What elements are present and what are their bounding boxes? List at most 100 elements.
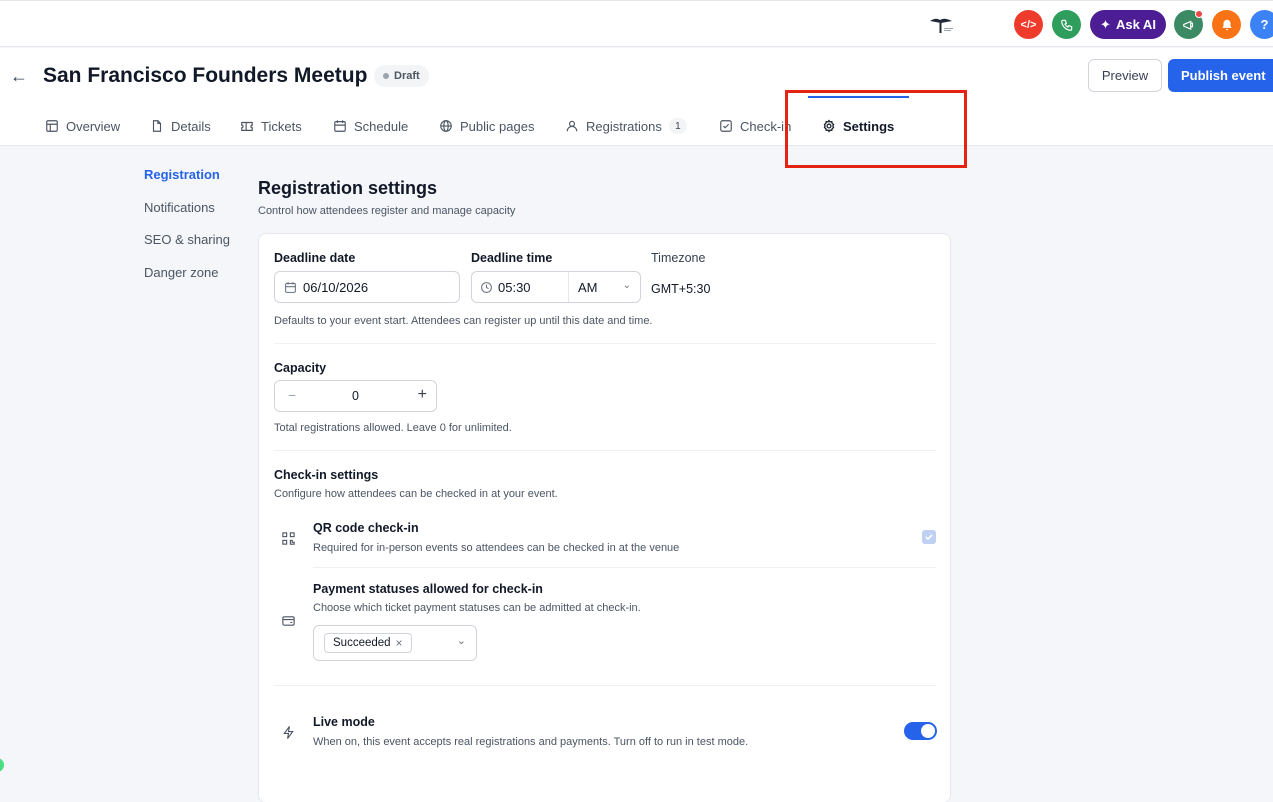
timezone-label: Timezone (651, 251, 706, 265)
tab-label: Check-in (740, 118, 792, 134)
back-arrow-icon[interactable]: ← (10, 66, 28, 87)
notifications-button[interactable] (1212, 10, 1241, 39)
ask-ai-label: Ask AI (1115, 17, 1156, 32)
registration-settings-card: Deadline date 06/10/2026 Deadline time 0… (258, 233, 951, 802)
status-badge-label: Draft (394, 70, 420, 82)
help-button[interactable]: ? (1250, 10, 1273, 39)
live-mode-title: Live mode (313, 715, 375, 729)
brand-logo (930, 18, 953, 33)
section-subtitle: Control how attendees register and manag… (258, 205, 516, 217)
tab-public-pages[interactable]: Public pages (439, 106, 534, 146)
chevron-down-icon: ⌄ (456, 635, 466, 647)
subnav-item-danger-zone[interactable]: Danger zone (144, 265, 218, 280)
megaphone-icon (1182, 20, 1193, 30)
tab-bar: Overview Details Tickets Schedule Public… (0, 106, 1000, 146)
bell-icon (1221, 19, 1232, 30)
status-badge: Draft (374, 65, 429, 87)
preview-button[interactable]: Preview (1088, 59, 1162, 92)
payment-statuses-title: Payment statuses allowed for check-in (313, 582, 543, 596)
subnav-item-notifications[interactable]: Notifications (144, 200, 215, 215)
deadline-time-label: Deadline time (471, 251, 553, 265)
calendar-icon (334, 120, 346, 132)
tab-label: Overview (66, 118, 121, 134)
increment-button[interactable]: + (418, 386, 427, 404)
tab-registrations[interactable]: Registrations 1 (565, 106, 687, 146)
active-tab-indicator (808, 96, 909, 98)
payment-status-select[interactable]: Succeeded × ⌄ (313, 625, 477, 661)
subnav-item-seo-sharing[interactable]: SEO & sharing (144, 232, 230, 247)
top-bar: </> ✦ Ask AI ? (0, 0, 1273, 47)
capacity-help-text: Total registrations allowed. Leave 0 for… (274, 422, 512, 434)
subnav-item-registration[interactable]: Registration (144, 167, 220, 182)
ampm-value: AM (578, 279, 598, 295)
announcements-button[interactable] (1174, 10, 1203, 39)
live-mode-toggle[interactable] (904, 722, 937, 740)
deadline-date-field[interactable]: 06/10/2026 (274, 271, 460, 303)
globe-icon (440, 120, 452, 132)
ampm-select[interactable]: AM ⌄ (568, 272, 641, 302)
tab-settings[interactable]: Settings (822, 106, 894, 146)
check-square-icon (720, 120, 732, 132)
section-title: Registration settings (258, 178, 438, 198)
status-chip-label: Succeeded (333, 637, 391, 649)
layout-icon (46, 120, 58, 132)
qr-checkin-title: QR code check-in (313, 521, 419, 535)
status-chip: Succeeded × (324, 633, 412, 653)
deadline-date-label: Deadline date (274, 251, 356, 265)
close-icon[interactable]: × (396, 636, 403, 650)
tab-details[interactable]: Details (150, 106, 211, 146)
phone-icon (1060, 19, 1072, 31)
tab-overview[interactable]: Overview (45, 106, 120, 146)
tab-label: Details (171, 118, 211, 134)
chevron-down-icon: ⌄ (622, 280, 631, 291)
checkin-settings-title: Check-in settings (274, 468, 379, 482)
registrations-count-badge: 1 (668, 118, 687, 134)
deadline-date-value: 06/10/2026 (303, 279, 369, 295)
tab-check-in[interactable]: Check-in (719, 106, 791, 146)
deadline-time-value: 05:30 (498, 279, 531, 295)
calendar-icon (285, 281, 296, 293)
phone-button[interactable] (1052, 10, 1081, 39)
quantity-stepper[interactable]: − 0 + (274, 380, 437, 412)
capacity-label: Capacity (274, 361, 327, 375)
event-header: ← San Francisco Founders Meetup Draft Pr… (0, 48, 1273, 146)
payment-statuses-desc: Choose which ticket payment statuses can… (313, 602, 641, 614)
tab-label: Schedule (354, 118, 409, 134)
gear-icon (823, 119, 835, 133)
tab-label: Settings (843, 118, 895, 134)
qr-code-icon (275, 525, 301, 551)
help-icon: ? (1260, 17, 1269, 32)
check-icon (925, 534, 933, 541)
checkin-settings-subtitle: Configure how attendees can be checked i… (274, 488, 558, 500)
tab-label: Tickets (261, 118, 302, 134)
publish-event-button[interactable]: Publish event (1168, 59, 1273, 92)
divider (313, 567, 936, 568)
qr-checkin-checkbox[interactable] (922, 530, 936, 544)
divider (274, 685, 936, 686)
users-icon (566, 120, 578, 132)
deadline-help-text: Defaults to your event start. Attendees … (274, 315, 653, 327)
qr-checkin-desc: Required for in-person events so attende… (313, 542, 680, 554)
ask-ai-button[interactable]: ✦ Ask AI (1090, 10, 1166, 39)
file-icon (152, 120, 162, 132)
live-mode-desc: When on, this event accepts real registr… (313, 736, 749, 748)
tab-schedule[interactable]: Schedule (333, 106, 408, 146)
code-button[interactable]: </> (1014, 10, 1043, 39)
tab-tickets[interactable]: Tickets (240, 106, 302, 146)
page-title: San Francisco Founders Meetup (43, 64, 368, 87)
sparkle-icon: ✦ (1100, 16, 1111, 32)
tab-label: Public pages (460, 118, 535, 134)
status-indicator (0, 758, 4, 772)
timezone-value: GMT+5:30 (651, 282, 711, 296)
ticket-icon (241, 121, 253, 131)
clock-icon (481, 281, 492, 293)
deadline-time-field[interactable]: 05:30 AM ⌄ (471, 271, 641, 303)
divider (274, 450, 936, 451)
card-icon (275, 607, 301, 633)
tab-label: Registrations (586, 118, 662, 134)
capacity-value[interactable]: 0 (275, 389, 436, 403)
status-dot (383, 73, 389, 79)
bolt-icon (275, 719, 301, 745)
code-icon: </> (1020, 18, 1037, 31)
notification-dot (1195, 10, 1203, 18)
